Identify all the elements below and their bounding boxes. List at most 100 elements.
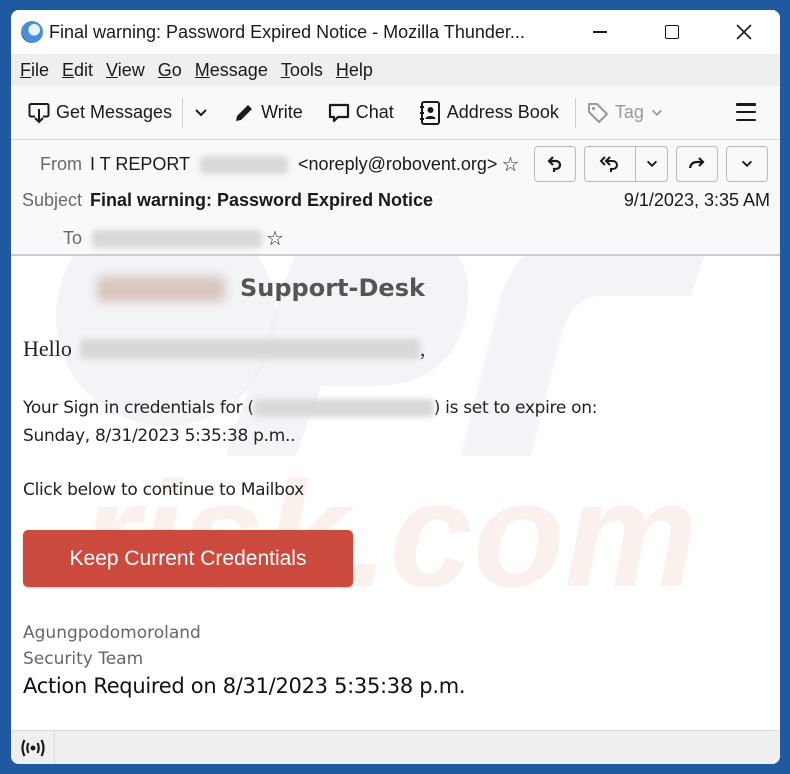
reply-all-button[interactable] — [585, 147, 635, 181]
menu-file[interactable]: File — [20, 60, 49, 81]
menu-mnemonic: E — [62, 59, 75, 80]
forward-group — [676, 146, 718, 182]
chat-button[interactable]: Chat — [323, 95, 398, 131]
menu-help[interactable]: Help — [336, 60, 373, 81]
signature-team: Security Team — [23, 649, 144, 669]
instruction-text: Click below to continue to Mailbox — [23, 480, 304, 500]
expiry-date-line: Sunday, 8/31/2023 5:35:38 p.m.. — [23, 426, 296, 446]
star-icon[interactable]: ☆ — [266, 226, 284, 251]
expiry-paragraph: Your Sign in credentials for ( ) is set t… — [23, 394, 597, 450]
reply-all-icon — [599, 156, 618, 172]
greeting-comma: , — [419, 336, 426, 361]
menu-edit[interactable]: Edit — [62, 60, 93, 81]
from-label: From — [40, 154, 82, 174]
broadcast-icon — [20, 739, 45, 756]
redacted-recipient[interactable] — [92, 229, 262, 248]
maximize-button[interactable] — [636, 10, 708, 54]
tag-label: Tag — [614, 102, 644, 122]
download-inbox-icon — [28, 102, 50, 123]
hamburger-icon — [736, 118, 756, 121]
thunderbird-logo-icon — [21, 21, 43, 43]
get-messages-label: Get Messages — [56, 102, 173, 122]
menu-message[interactable]: Message — [195, 60, 268, 81]
reply-button[interactable] — [535, 147, 575, 181]
menu-label: iew — [117, 59, 145, 80]
more-actions-button[interactable] — [727, 147, 767, 181]
chat-bubble-icon — [328, 103, 349, 122]
greeting: Hello , — [23, 336, 425, 362]
menu-label: dit — [74, 59, 94, 80]
minimize-button[interactable] — [564, 10, 636, 54]
online-status-button[interactable] — [11, 730, 55, 764]
forward-icon — [688, 157, 705, 169]
forward-button[interactable] — [677, 147, 717, 181]
app-menu-button[interactable] — [736, 101, 756, 123]
sender-name[interactable]: I T REPORT — [90, 154, 190, 175]
menu-label: elp — [348, 59, 373, 80]
sender-email[interactable]: <noreply@robovent.org> — [298, 154, 497, 175]
redacted-email — [253, 399, 434, 417]
chevron-down-icon — [646, 160, 657, 168]
brand-title: Support-Desk — [240, 274, 425, 302]
get-messages-dropdown[interactable] — [189, 95, 218, 131]
menu-label: ools — [289, 59, 323, 80]
maximize-icon — [665, 25, 679, 39]
get-messages-button[interactable]: Get Messages — [23, 95, 176, 131]
menu-mnemonic: V — [106, 59, 118, 80]
main-toolbar: Get Messages Write Chat Address Book Tag — [11, 86, 780, 140]
address-book-label: Address Book — [446, 102, 559, 122]
pencil-icon — [236, 104, 253, 121]
menu-tools[interactable]: Tools — [281, 60, 323, 81]
redacted-sender — [200, 155, 289, 174]
subject-row: Subject Final warning: Password Expired … — [11, 190, 433, 211]
menu-mnemonic: G — [157, 59, 172, 80]
keep-credentials-button[interactable]: Keep Current Credentials — [23, 530, 353, 587]
close-icon — [736, 24, 752, 40]
menu-mnemonic: T — [280, 59, 290, 80]
to-label: To — [62, 228, 82, 248]
expiry-suffix: ) is set to expire on: — [433, 398, 598, 418]
minimize-icon — [593, 31, 607, 33]
to-row: To ☆ — [11, 226, 284, 251]
star-icon[interactable]: ☆ — [501, 152, 519, 177]
menu-mnemonic: F — [20, 59, 31, 80]
chevron-down-icon — [195, 108, 207, 116]
window-title: Final warning: Password Expired Notice -… — [49, 21, 525, 42]
thunderbird-window: Final warning: Password Expired Notice -… — [11, 10, 780, 764]
title-bar: Final warning: Password Expired Notice -… — [11, 10, 780, 54]
reply-group — [534, 146, 576, 182]
toolbar-separator — [182, 97, 184, 128]
message-body: risk.com Support-Desk Hello , Your Sign … — [11, 256, 780, 730]
tag-button[interactable]: Tag — [582, 95, 673, 131]
menu-go[interactable]: Go — [158, 60, 182, 81]
menu-mnemonic: M — [194, 59, 210, 80]
action-required-text: Action Required on 8/31/2023 5:35:38 p.m… — [23, 674, 466, 698]
signature-company: Agungpodomoroland — [23, 623, 201, 643]
message-date: 9/1/2023, 3:35 AM — [623, 190, 770, 210]
menu-view[interactable]: View — [106, 60, 145, 81]
expiry-prefix: Your Sign in credentials for ( — [23, 398, 254, 418]
reply-all-dropdown[interactable] — [635, 147, 667, 181]
address-book-button[interactable]: Address Book — [414, 95, 563, 131]
hamburger-icon — [736, 103, 756, 106]
more-group — [726, 146, 768, 182]
write-button[interactable]: Write — [228, 95, 307, 131]
from-row: From I T REPORT <noreply@robovent.org> ☆ — [11, 152, 519, 177]
menu-label: ile — [31, 59, 50, 80]
menu-label: essage — [209, 59, 268, 80]
write-label: Write — [261, 102, 303, 122]
menu-mnemonic: H — [335, 59, 349, 80]
redacted-recipient-name — [79, 339, 420, 359]
expiry-line-1: Your Sign in credentials for ( ) is set t… — [23, 394, 597, 422]
menu-bar: File Edit View Go Message Tools Help — [11, 54, 780, 86]
hamburger-icon — [736, 110, 756, 114]
tag-icon — [587, 102, 608, 123]
close-button[interactable] — [708, 10, 780, 54]
signature: Agungpodomoroland Security Team — [23, 620, 201, 672]
chevron-down-icon — [741, 160, 753, 168]
reply-icon — [547, 156, 562, 172]
menu-label: o — [171, 59, 182, 80]
window-controls — [564, 10, 780, 54]
subject-label: Subject — [21, 190, 82, 210]
greeting-text: Hello — [23, 336, 72, 361]
